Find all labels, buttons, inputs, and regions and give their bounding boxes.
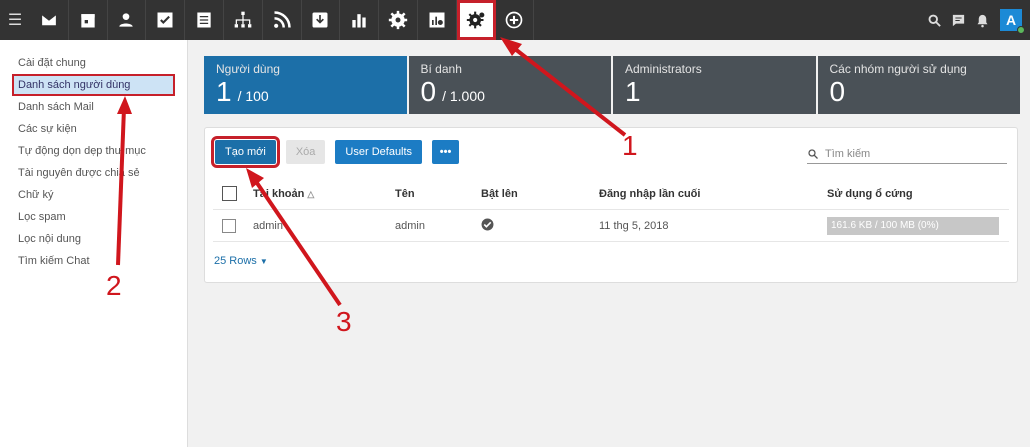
cell-account: admin xyxy=(253,219,283,232)
sidebar-item-signatures[interactable]: Chữ ký xyxy=(0,184,187,206)
stat-user-groups[interactable]: Các nhóm người sử dụng 0 xyxy=(817,56,1020,114)
stat-aliases[interactable]: Bí danh 0 / 1.000 xyxy=(408,56,611,114)
sidebar-item-shared-resources[interactable]: Tài nguyên được chia sẻ xyxy=(0,162,187,184)
sidebar-item-content-filter[interactable]: Lọc nội dung xyxy=(0,228,187,250)
sort-asc-icon: △ xyxy=(307,188,315,199)
header-account[interactable]: Tài khoản △ xyxy=(253,188,395,200)
org-chart-icon[interactable] xyxy=(224,0,263,40)
stats-bar: Người dùng 1 / 100 Bí danh 0 / 1.000 Admin… xyxy=(204,56,1020,114)
sidebar-item-user-list[interactable]: Danh sách người dùng xyxy=(12,74,175,96)
sidebar-item-events[interactable]: Các sự kiện xyxy=(0,118,187,140)
stat-label: Administrators xyxy=(625,62,702,76)
delete-button[interactable]: Xóa xyxy=(285,140,326,164)
rows-per-page-label: 25 Rows xyxy=(214,255,257,267)
stat-users[interactable]: Người dùng 1 / 100 xyxy=(204,56,407,114)
search-placeholder: Tìm kiếm xyxy=(825,147,871,160)
disk-usage-bar: 161.6 KB / 100 MB (0%) xyxy=(827,216,999,235)
stat-value: 0 xyxy=(829,76,846,107)
sidebar-item-mail-list[interactable]: Danh sách Mail xyxy=(0,96,187,118)
more-options-button[interactable]: ••• xyxy=(432,140,460,164)
header-last-login[interactable]: Đăng nhập lần cuối xyxy=(599,188,827,200)
tasks-icon[interactable] xyxy=(146,0,186,40)
bell-icon[interactable] xyxy=(970,0,994,40)
stat-label: Người dùng xyxy=(216,62,280,76)
stat-limit: / 100 xyxy=(237,88,269,104)
users-table: Tài khoản △ Tên Bật lên Đăng nhập lần cu… xyxy=(213,178,1009,242)
annotation-number-3: 3 xyxy=(336,306,352,337)
sidebar-item-spam-filter[interactable]: Lọc spam xyxy=(0,206,187,228)
table-row[interactable]: admin admin 11 thg 5, 2018 161.6 KB / 10… xyxy=(213,210,1009,242)
header-account-label: Tài khoản xyxy=(253,187,305,200)
menu-icon[interactable]: ☰ xyxy=(0,0,30,40)
annotation-number-1: 1 xyxy=(622,130,638,161)
search-icon[interactable] xyxy=(922,0,946,40)
contacts-icon[interactable] xyxy=(108,0,147,40)
app-switcher xyxy=(30,0,535,40)
settings-icon[interactable] xyxy=(379,0,418,40)
search-field[interactable]: Tìm kiếm xyxy=(807,144,1007,164)
reports-icon[interactable] xyxy=(340,0,380,40)
sidebar-item-general-settings[interactable]: Cài đặt chung xyxy=(0,52,187,74)
avatar-letter: A xyxy=(1005,12,1017,28)
stat-value: 1 xyxy=(216,76,232,107)
top-bar: ☰ A xyxy=(0,0,1030,40)
chat-icon[interactable] xyxy=(946,0,970,40)
sidebar-item-chat-search[interactable]: Tìm kiếm Chat xyxy=(0,250,187,272)
search-icon xyxy=(808,148,818,159)
stat-limit: / 1.000 xyxy=(442,88,485,104)
create-button[interactable]: Tạo mới xyxy=(211,136,280,168)
caret-down-icon: ▼ xyxy=(259,257,268,266)
stat-label: Các nhóm người sử dụng xyxy=(829,62,967,76)
header-enabled[interactable]: Bật lên xyxy=(481,188,599,200)
rows-per-page-select[interactable]: 25 Rows ▼ xyxy=(214,255,268,267)
cell-last-login: 11 thg 5, 2018 xyxy=(599,219,669,232)
stat-value: 0 xyxy=(420,76,437,107)
stat-value: 1 xyxy=(625,76,641,107)
topbar-actions: A xyxy=(922,0,1030,40)
sidebar-item-folder-cleanup[interactable]: Tự động dọn dẹp thư mục xyxy=(0,140,187,162)
calendar-icon[interactable] xyxy=(69,0,108,40)
add-icon[interactable] xyxy=(496,0,535,40)
avatar[interactable]: A xyxy=(1000,9,1025,34)
archive-icon[interactable] xyxy=(302,0,341,40)
row-checkbox[interactable] xyxy=(222,218,236,233)
cell-enabled xyxy=(481,218,599,234)
toolbar: Tạo mới Xóa User Defaults ••• xyxy=(211,136,469,168)
rss-icon[interactable] xyxy=(263,0,302,40)
notes-icon[interactable] xyxy=(185,0,224,40)
domain-stats-icon[interactable] xyxy=(418,0,457,40)
select-all-checkbox[interactable] xyxy=(222,186,237,201)
stat-label: Bí danh xyxy=(420,62,462,76)
users-panel: Tạo mới Xóa User Defaults ••• Tìm kiếm T… xyxy=(204,127,1018,283)
stat-administrators[interactable]: Administrators 1 xyxy=(613,56,816,114)
header-disk-usage[interactable]: Sử dụng ổ cứng xyxy=(827,188,1009,200)
admin-settings-icon[interactable] xyxy=(456,0,496,40)
header-name[interactable]: Tên xyxy=(395,188,481,200)
table-header: Tài khoản △ Tên Bật lên Đăng nhập lần cu… xyxy=(213,178,1009,210)
annotation-number-2: 2 xyxy=(106,270,122,301)
check-circle-icon xyxy=(481,218,494,230)
cell-name: admin xyxy=(395,219,425,232)
mail-icon[interactable] xyxy=(30,0,69,40)
user-defaults-button[interactable]: User Defaults xyxy=(335,140,423,164)
sidebar: Cài đặt chung Danh sách người dùng Danh … xyxy=(0,40,188,447)
online-status-dot xyxy=(1017,26,1025,34)
